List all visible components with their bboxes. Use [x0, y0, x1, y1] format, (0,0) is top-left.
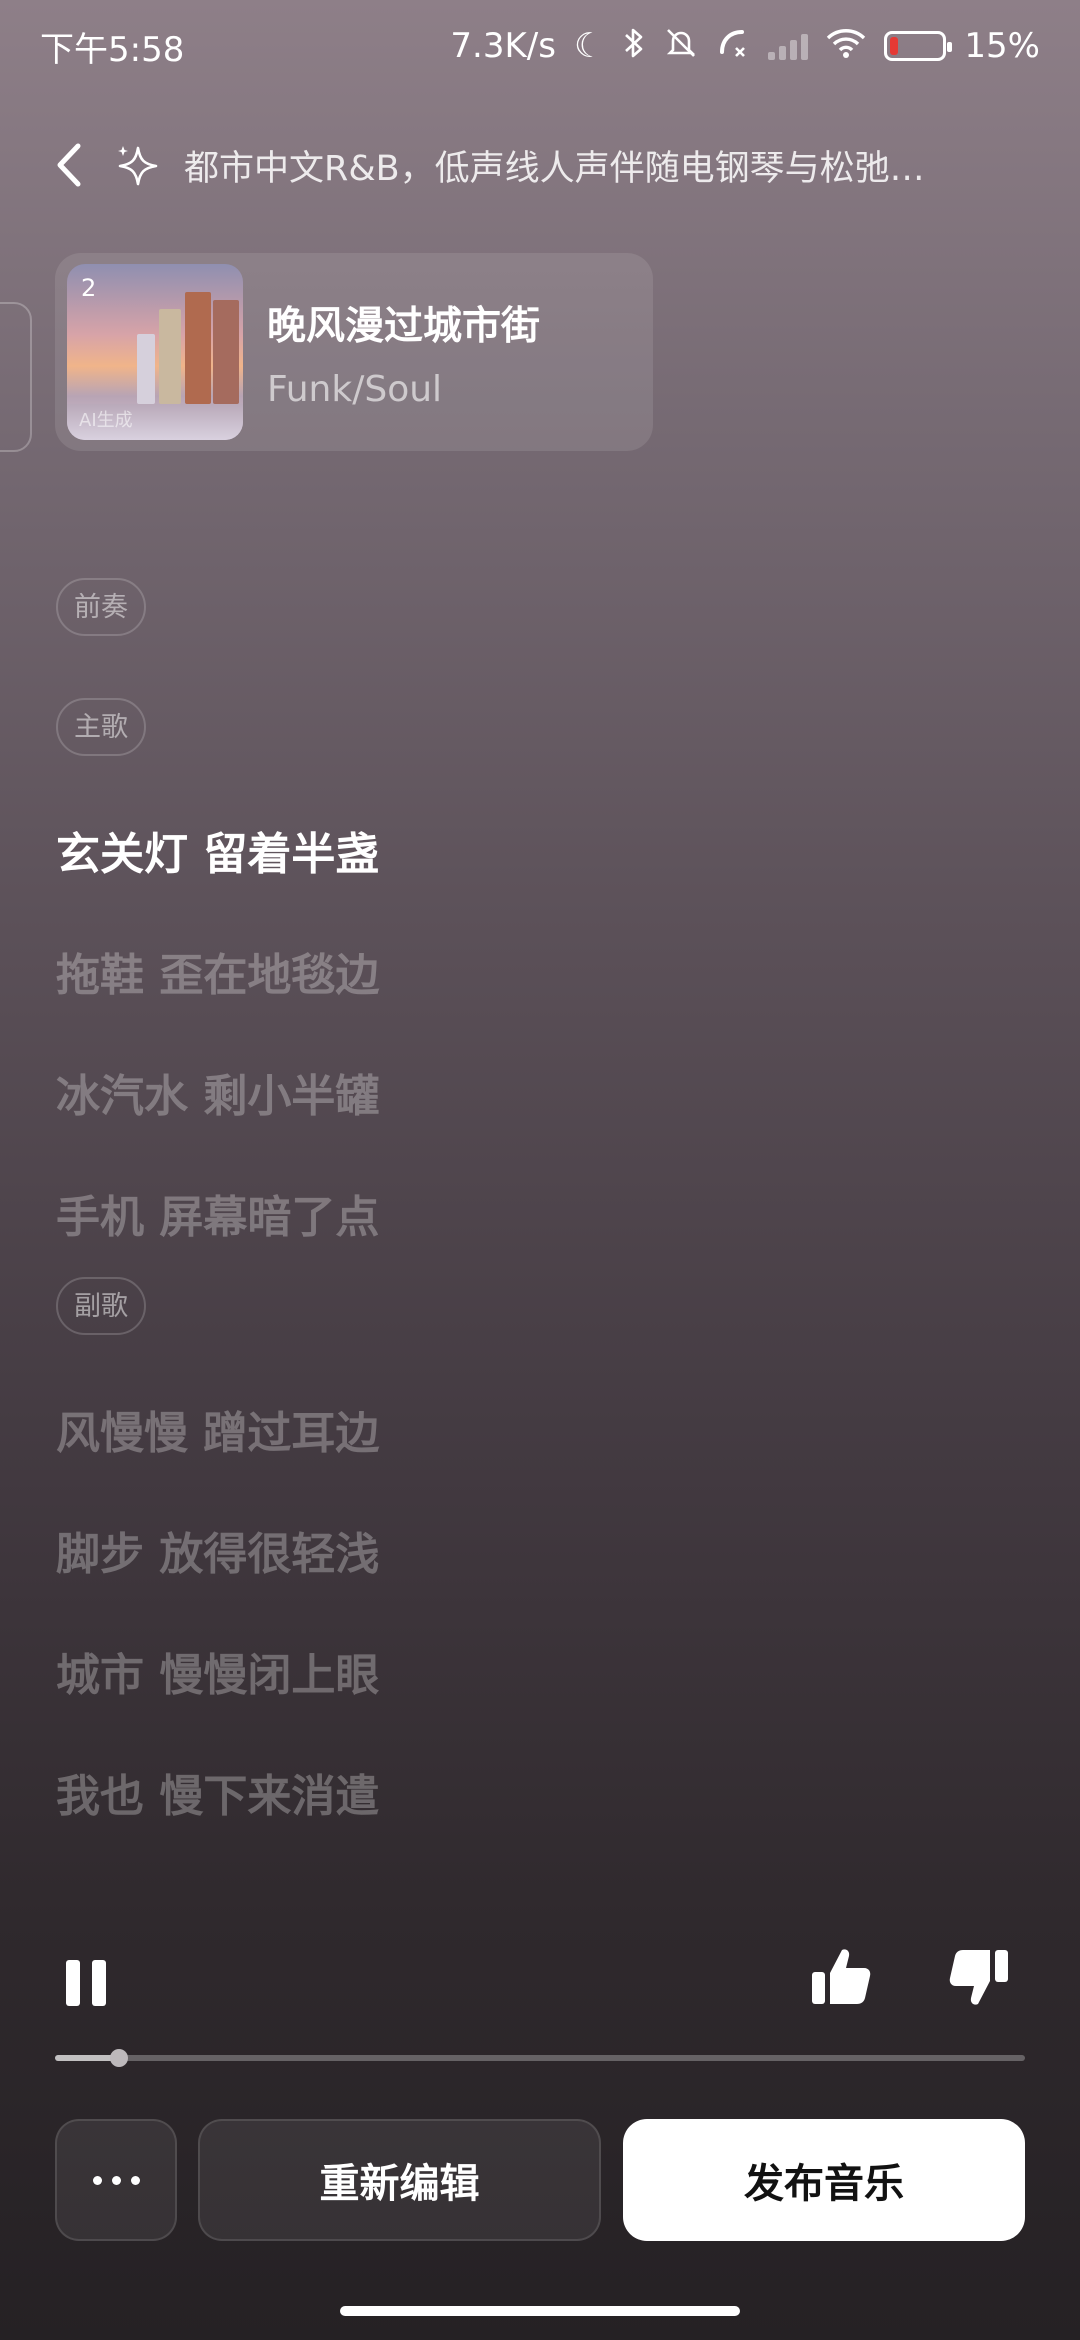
- header: 都市中文R&B，低声线人声伴随电钢琴与松弛…: [0, 120, 1080, 210]
- dislike-button[interactable]: [946, 1944, 1012, 2010]
- lyric-line[interactable]: 拖鞋 歪在地毯边: [56, 939, 1036, 1060]
- lyric-tag-intro: 前奏: [56, 578, 146, 636]
- lyric-line[interactable]: 我也 慢下来消遣: [56, 1760, 1036, 1840]
- moon-icon: ☾: [573, 26, 605, 66]
- battery-icon: [884, 31, 953, 61]
- thumbs-down-icon: [949, 1950, 1008, 2005]
- signal-icon: [768, 32, 809, 60]
- lyric-line[interactable]: 冰汽水 剩小半罐: [56, 1060, 1036, 1181]
- lyric-tag-verse: 主歌: [56, 698, 146, 756]
- wifi-icon: [826, 27, 866, 65]
- publish-button[interactable]: 发布音乐: [623, 2119, 1025, 2241]
- back-icon[interactable]: [50, 140, 90, 190]
- more-icon: [92, 2175, 102, 2185]
- thumbs-up-icon: [812, 1949, 871, 2004]
- song-title: 晚风漫过城市街: [267, 303, 541, 349]
- call-icon: [716, 26, 750, 66]
- lyric-line[interactable]: 城市 慢慢闭上眼: [56, 1639, 1036, 1760]
- pause-icon: [66, 1960, 80, 2006]
- status-time: 下午5:58: [40, 29, 185, 70]
- lyric-line[interactable]: 手机 屏幕暗了点: [56, 1181, 1036, 1277]
- network-speed: 7.3K/s: [450, 26, 556, 66]
- battery-percent: 15%: [964, 26, 1040, 66]
- side-drawer-handle[interactable]: [0, 302, 32, 452]
- ai-generated-label: AI生成: [79, 410, 133, 431]
- home-indicator[interactable]: [340, 2306, 740, 2316]
- more-icon: [111, 2175, 121, 2185]
- more-icon: [130, 2175, 140, 2185]
- sparkle-icon: [114, 142, 160, 188]
- song-genre: Funk/Soul: [267, 368, 443, 410]
- pause-icon: [92, 1960, 106, 2006]
- song-card[interactable]: 2 AI生成 晚风漫过城市街 Funk/Soul: [55, 253, 653, 451]
- album-cover: 2 AI生成: [67, 264, 243, 440]
- song-info: 晚风漫过城市街 Funk/Soul: [267, 295, 540, 410]
- lyrics: 前奏 主歌 玄关灯 留着半盏 拖鞋 歪在地毯边 冰汽水 剩小半罐 手机 屏幕暗了…: [56, 578, 1036, 1840]
- bluetooth-icon: [622, 26, 646, 66]
- more-button[interactable]: [55, 2119, 177, 2241]
- status-bar: 下午5:58 7.3K/s ☾ 15%: [0, 0, 1080, 92]
- reedit-button[interactable]: 重新编辑: [198, 2119, 601, 2241]
- lyric-line[interactable]: 脚步 放得很轻浅: [56, 1518, 1036, 1639]
- pause-button[interactable]: [66, 1960, 110, 2008]
- mute-icon: [664, 26, 698, 66]
- status-icons: 7.3K/s ☾ 15%: [450, 26, 1040, 66]
- lyric-line[interactable]: 风慢慢 蹭过耳边: [56, 1397, 1036, 1518]
- like-button[interactable]: [808, 1944, 874, 2010]
- page-title[interactable]: 都市中文R&B，低声线人声伴随电钢琴与松弛…: [184, 140, 944, 191]
- lyric-tag-chorus: 副歌: [56, 1277, 146, 1335]
- song-index: 2: [81, 274, 97, 302]
- progress-thumb[interactable]: [110, 2049, 129, 2067]
- lyric-line[interactable]: 玄关灯 留着半盏: [56, 818, 1036, 939]
- progress-bar[interactable]: [55, 2049, 1025, 2067]
